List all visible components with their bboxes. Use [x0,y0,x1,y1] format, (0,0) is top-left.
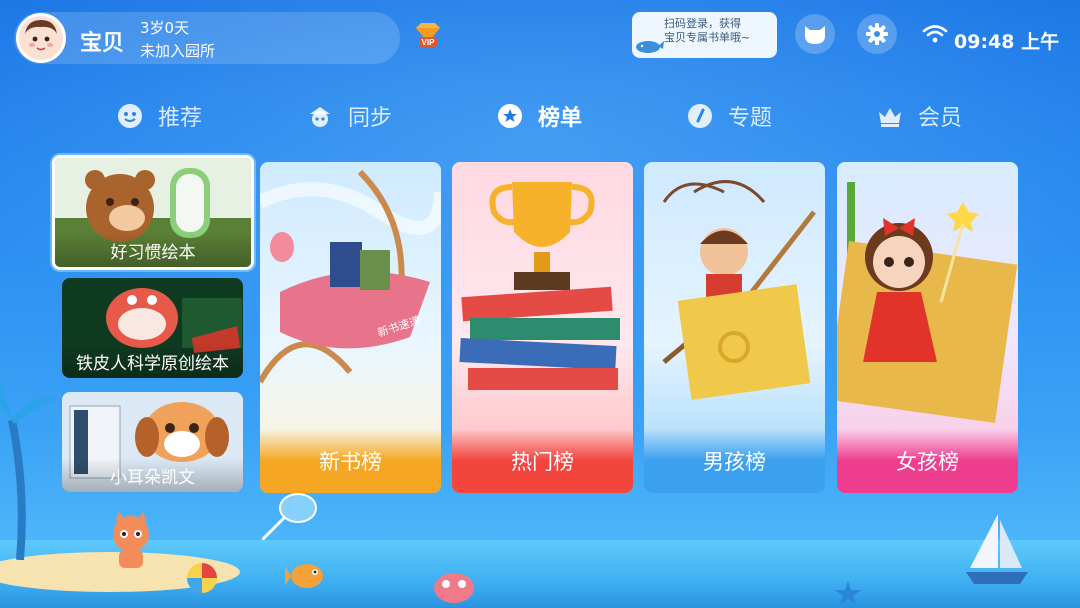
beach-ball-icon [187,563,217,593]
sync-icon [306,102,334,130]
tab-sync-label: 同步 [348,106,393,131]
settings-button[interactable] [857,14,897,54]
user-school: 未加入园所 [140,42,216,60]
user-age: 3岁0天 [140,19,190,37]
scan-tip-line2: 宝贝专属书单哦~ [664,31,751,44]
tab-sync[interactable]: 同步 [306,96,392,136]
rank-card-new-books[interactable]: 新书速递 新书榜 [260,162,441,493]
tab-recommend-label: 推荐 [158,106,203,131]
sailboat-icon [966,514,1028,584]
scan-tip-line1: 扫码登录，获得 [664,17,741,30]
book-card-tinman-science[interactable]: 铁皮人科学原创绘本 [62,278,243,378]
avatar[interactable] [16,13,66,63]
vip-icon[interactable]: VIP [413,20,443,50]
book-card-good-habits[interactable]: 好习惯绘本 [52,155,254,270]
tab-recommend[interactable]: 推荐 [116,96,202,136]
rank-card-label: 热门榜 [452,429,633,493]
book-card-kevin[interactable]: 小耳朵凯文 [62,392,243,492]
crown-icon [876,102,904,130]
rank-card-boys[interactable]: 男孩榜 [644,162,825,493]
book-card-label: 小耳朵凯文 [62,458,243,492]
user-name[interactable]: 宝贝 [80,25,124,57]
mascot-button[interactable] [795,14,835,54]
ranking-icon [496,102,524,130]
recommend-icon [116,102,144,130]
rank-card-label: 女孩榜 [837,429,1018,493]
topic-icon [686,102,714,130]
fish-icon [285,564,323,588]
cat-face-icon [805,26,825,44]
book-card-label: 铁皮人科学原创绘本 [62,344,243,378]
rank-card-girls[interactable]: 女孩榜 [837,162,1018,493]
tab-topic-label: 专题 [728,106,773,131]
butterfly-net-icon [262,493,317,540]
baby-avatar-icon [19,16,63,60]
tab-topic[interactable]: 专题 [686,96,772,136]
rank-card-label: 新书榜 [260,429,441,493]
book-card-label: 好习惯绘本 [55,233,251,267]
rank-card-label: 男孩榜 [644,429,825,493]
status-time: 09:48 上午 [954,31,1060,53]
tab-member-label: 会员 [918,106,963,131]
octopus-icon [434,573,474,603]
cat-mascot-icon [113,512,149,568]
tab-member[interactable]: 会员 [876,96,962,136]
starfish-icon [835,581,861,605]
vip-badge-text: VIP [422,38,436,47]
rank-card-hot[interactable]: 热门榜 [452,162,633,493]
wifi-icon [922,25,948,43]
scan-login-tip[interactable]: 扫码登录，获得 宝贝专属书单哦~ [632,12,777,58]
tab-ranking-label: 榜单 [538,106,583,131]
palm-tree-icon [0,380,58,560]
tab-ranking[interactable]: 榜单 [496,96,582,136]
whale-icon [636,41,664,53]
gear-icon [866,23,888,45]
